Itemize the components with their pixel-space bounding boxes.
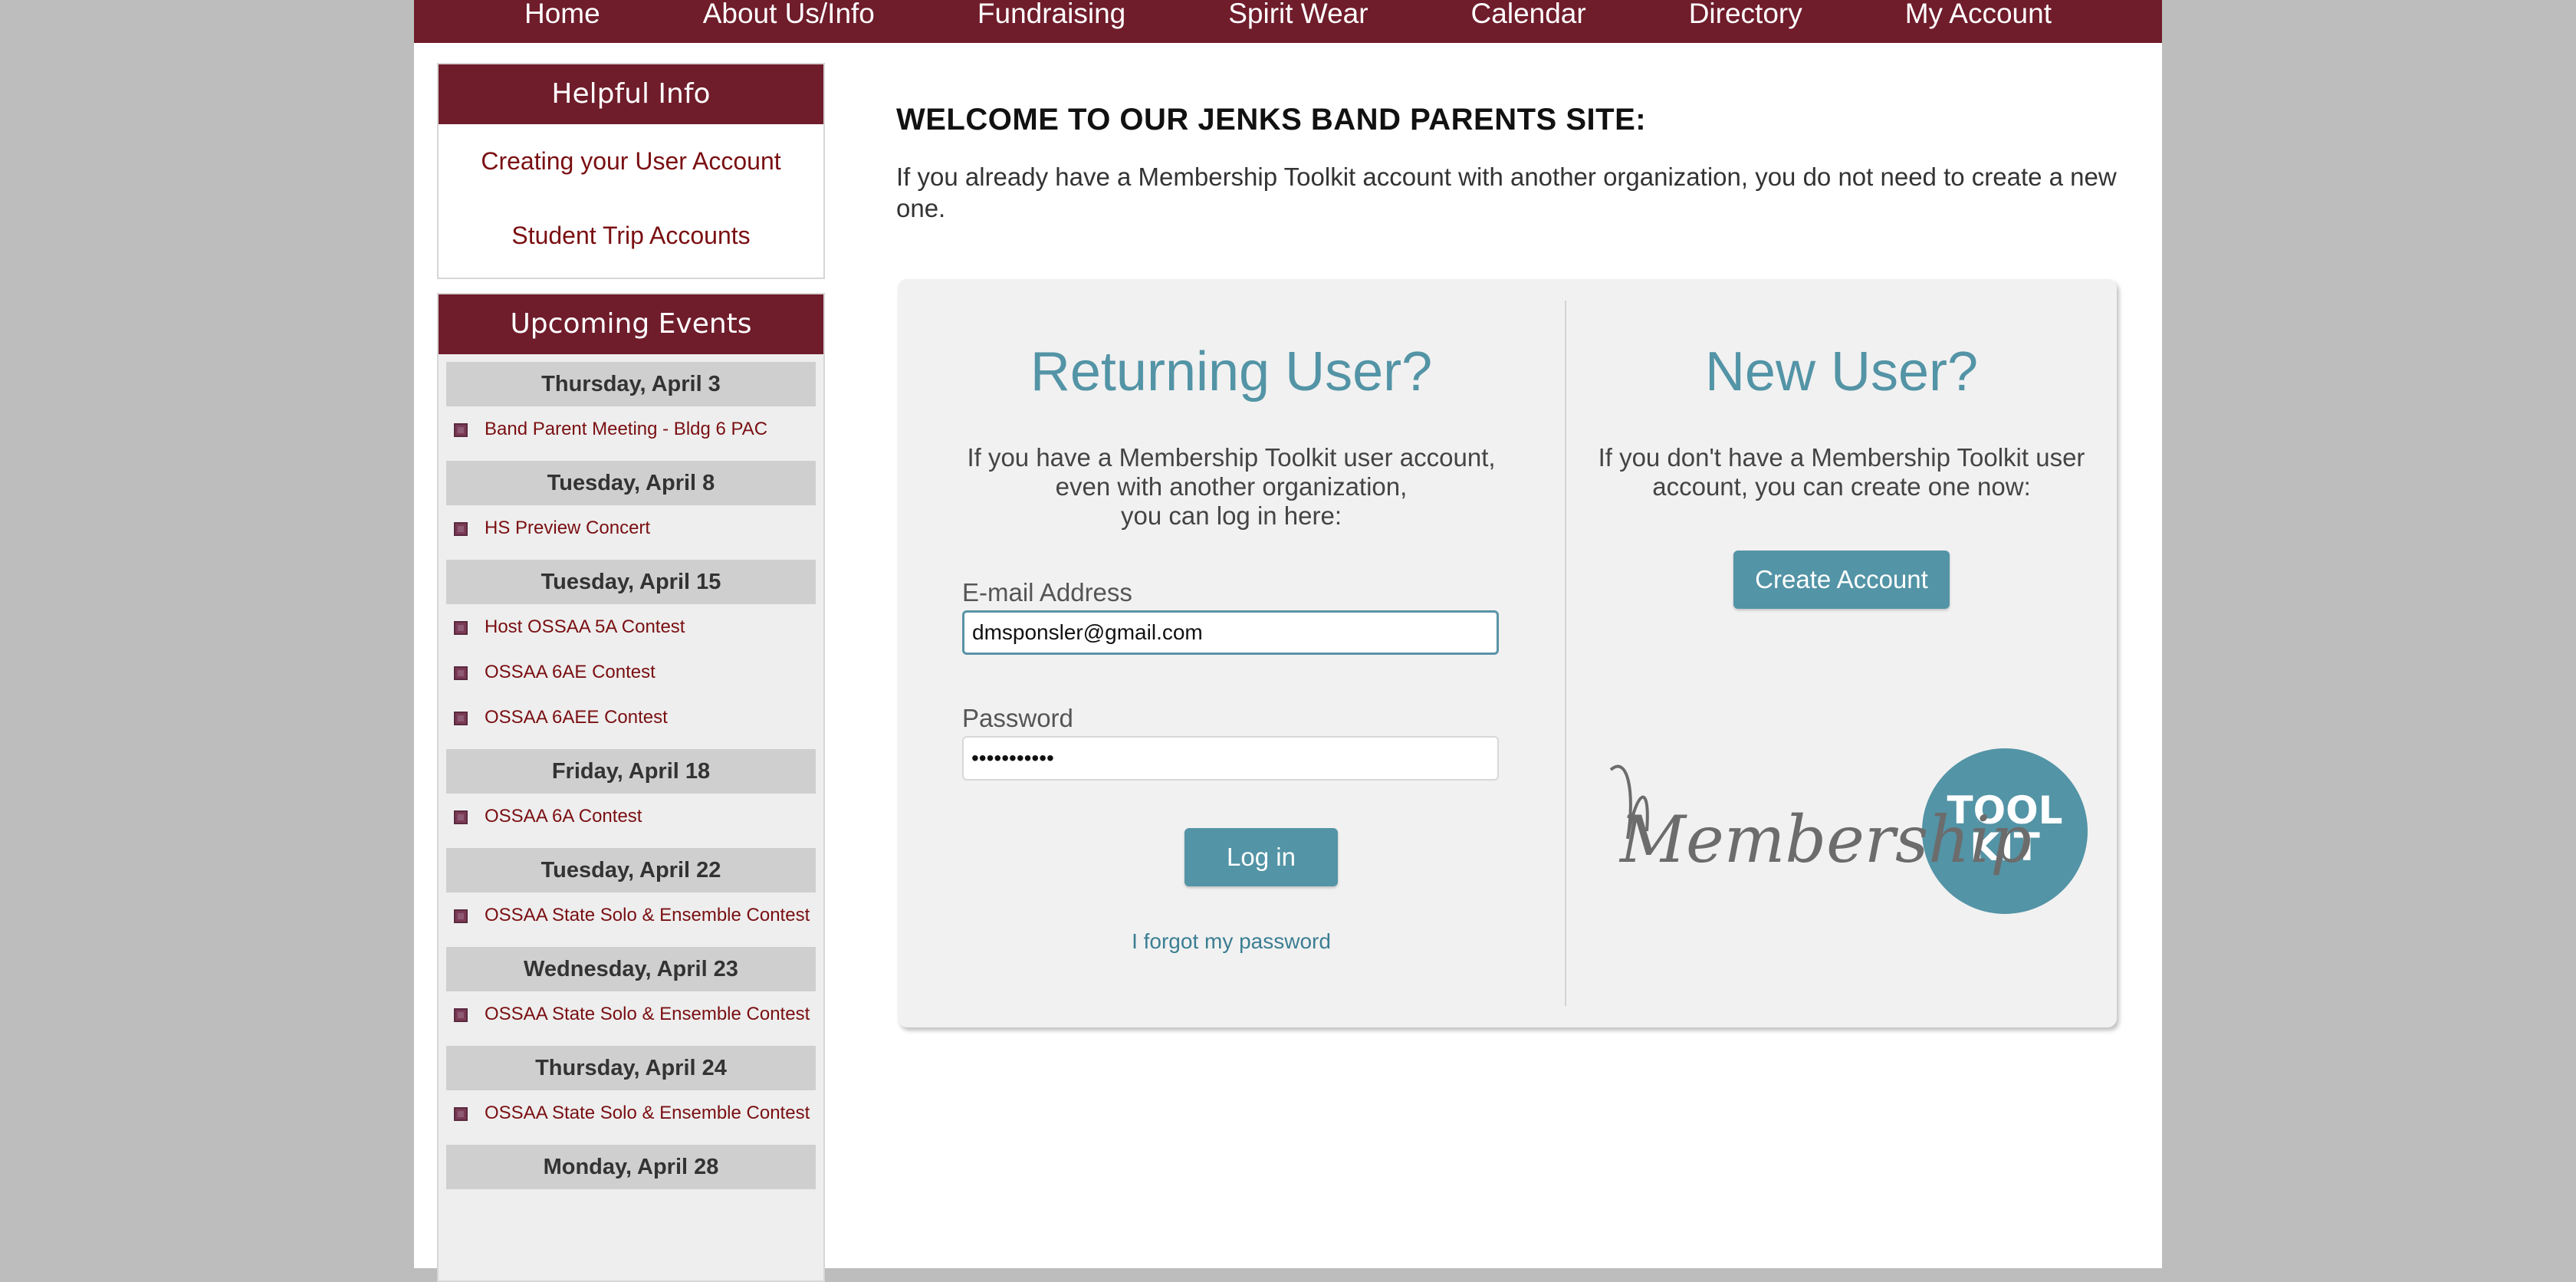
link-creating-user-account[interactable]: Creating your User Account — [439, 147, 823, 176]
nav-calendar[interactable]: Calendar — [1420, 0, 1638, 43]
returning-user-column: Returning User? If you have a Membership… — [898, 279, 1565, 1027]
nav-spirit-wear[interactable]: Spirit Wear — [1177, 0, 1419, 43]
event-item[interactable]: OSSAA State Solo & Ensemble Contest — [446, 1001, 816, 1027]
event-title[interactable]: OSSAA 6A Contest — [485, 806, 642, 827]
password-label: Password — [962, 704, 1073, 732]
event-bullet-icon — [454, 1008, 468, 1022]
event-title[interactable]: HS Preview Concert — [485, 518, 650, 538]
event-item[interactable]: OSSAA State Solo & Ensemble Contest — [446, 1100, 816, 1126]
event-item[interactable]: OSSAA 6A Contest — [446, 803, 816, 830]
event-title[interactable]: OSSAA 6AEE Contest — [485, 707, 668, 728]
event-date-header: Thursday, April 3 — [446, 362, 816, 406]
event-bullet-icon — [454, 522, 468, 536]
event-date-header: Tuesday, April 8 — [446, 461, 816, 505]
event-item[interactable]: OSSAA 6AE Contest — [446, 659, 816, 685]
event-bullet-icon — [454, 621, 468, 635]
event-bullet-icon — [454, 712, 468, 725]
password-field[interactable] — [962, 736, 1499, 781]
nav-fundraising[interactable]: Fundraising — [926, 0, 1177, 43]
event-title[interactable]: Host OSSAA 5A Contest — [485, 616, 685, 637]
email-label: E-mail Address — [962, 578, 1132, 606]
logo-script-text: Membership — [1618, 802, 2032, 877]
event-title[interactable]: OSSAA State Solo & Ensemble Contest — [485, 1004, 810, 1024]
event-item[interactable]: OSSAA 6AEE Contest — [446, 704, 816, 731]
new-user-description: If you don't have a Membership Toolkit u… — [1598, 443, 2085, 501]
returning-user-description: If you have a Membership Toolkit user ac… — [967, 443, 1496, 530]
events-list: Thursday, April 3 Band Parent Meeting - … — [439, 354, 823, 1189]
nav-about[interactable]: About Us/Info — [652, 0, 926, 43]
new-user-column: New User? If you don't have a Membership… — [1566, 279, 2117, 1027]
login-box: Returning User? If you have a Membership… — [898, 279, 2117, 1027]
event-title[interactable]: OSSAA 6AE Contest — [485, 662, 656, 682]
email-field[interactable] — [962, 610, 1499, 655]
page-title: WELCOME TO OUR JENKS BAND PARENTS SITE: — [896, 103, 1647, 136]
nav-directory[interactable]: Directory — [1638, 0, 1854, 43]
event-date-header: Thursday, April 24 — [446, 1046, 816, 1090]
nav-home[interactable]: Home — [473, 0, 652, 43]
event-title[interactable]: OSSAA State Solo & Ensemble Contest — [485, 1103, 810, 1123]
create-account-button[interactable]: Create Account — [1733, 551, 1950, 609]
event-date-header: Wednesday, April 23 — [446, 947, 816, 991]
event-date-header: Tuesday, April 15 — [446, 560, 816, 604]
event-date-header: Friday, April 18 — [446, 749, 816, 794]
link-student-trip-accounts[interactable]: Student Trip Accounts — [439, 222, 823, 250]
event-date-header: Tuesday, April 22 — [446, 848, 816, 892]
membership-toolkit-logo: TOOL KIT Membership — [1609, 748, 2088, 914]
event-bullet-icon — [454, 666, 468, 680]
upcoming-events-panel: Upcoming Events Thursday, April 3 Band P… — [437, 293, 825, 1282]
new-user-heading: New User? — [1704, 341, 1979, 403]
event-bullet-icon — [454, 423, 468, 437]
helpful-info-panel: Helpful Info Creating your User Account … — [437, 63, 825, 279]
page: Home About Us/Info Fundraising Spirit We… — [414, 0, 2162, 1282]
helpful-info-title: Helpful Info — [439, 64, 823, 124]
event-title[interactable]: OSSAA State Solo & Ensemble Contest — [485, 905, 810, 925]
event-date-header: Monday, April 28 — [446, 1145, 816, 1189]
event-bullet-icon — [454, 909, 468, 923]
event-item[interactable]: OSSAA State Solo & Ensemble Contest — [446, 902, 816, 929]
top-nav: Home About Us/Info Fundraising Spirit We… — [414, 0, 2162, 43]
event-title[interactable]: Band Parent Meeting - Bldg 6 PAC — [485, 419, 767, 439]
returning-user-heading: Returning User? — [1030, 341, 1433, 403]
forgot-password-link[interactable]: I forgot my password — [898, 929, 1565, 954]
nav-my-account[interactable]: My Account — [1854, 0, 2103, 43]
welcome-text: If you already have a Membership Toolkit… — [896, 163, 2117, 222]
event-item[interactable]: HS Preview Concert — [446, 514, 816, 541]
event-item[interactable]: Band Parent Meeting - Bldg 6 PAC — [446, 416, 816, 442]
event-item[interactable]: Host OSSAA 5A Contest — [446, 613, 816, 640]
upcoming-events-title: Upcoming Events — [439, 294, 823, 354]
login-button[interactable]: Log in — [1184, 828, 1338, 886]
event-bullet-icon — [454, 1107, 468, 1121]
event-bullet-icon — [454, 810, 468, 824]
